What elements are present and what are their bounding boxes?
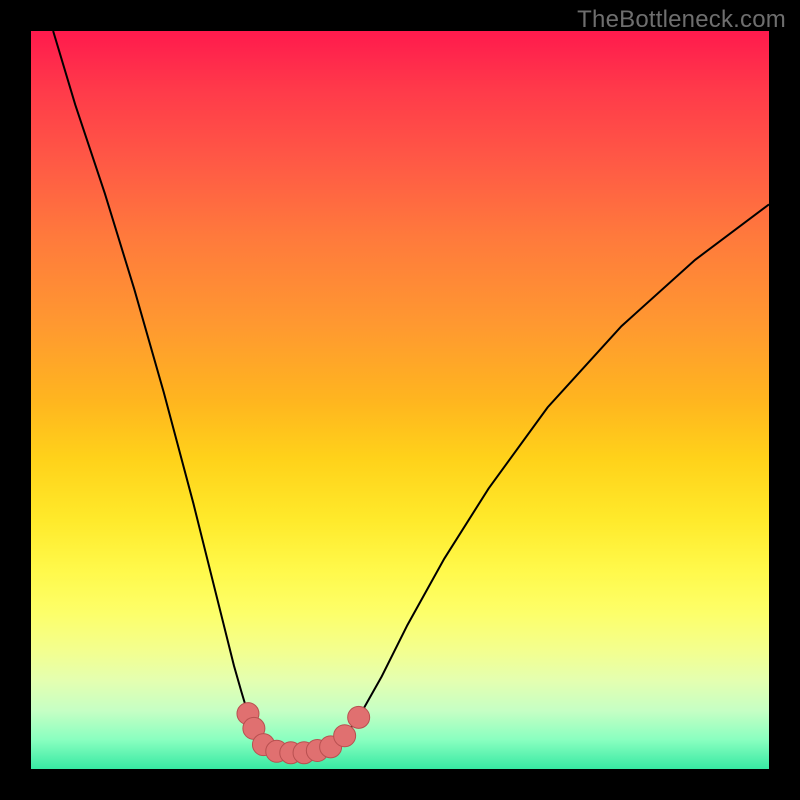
marker-point	[348, 706, 370, 728]
bottleneck-curve	[53, 31, 769, 753]
trough-markers	[237, 703, 370, 764]
marker-point	[334, 725, 356, 747]
chart-svg	[31, 31, 769, 769]
chart-frame: TheBottleneck.com	[0, 0, 800, 800]
watermark-text: TheBottleneck.com	[577, 6, 786, 34]
plot-area	[31, 31, 769, 769]
